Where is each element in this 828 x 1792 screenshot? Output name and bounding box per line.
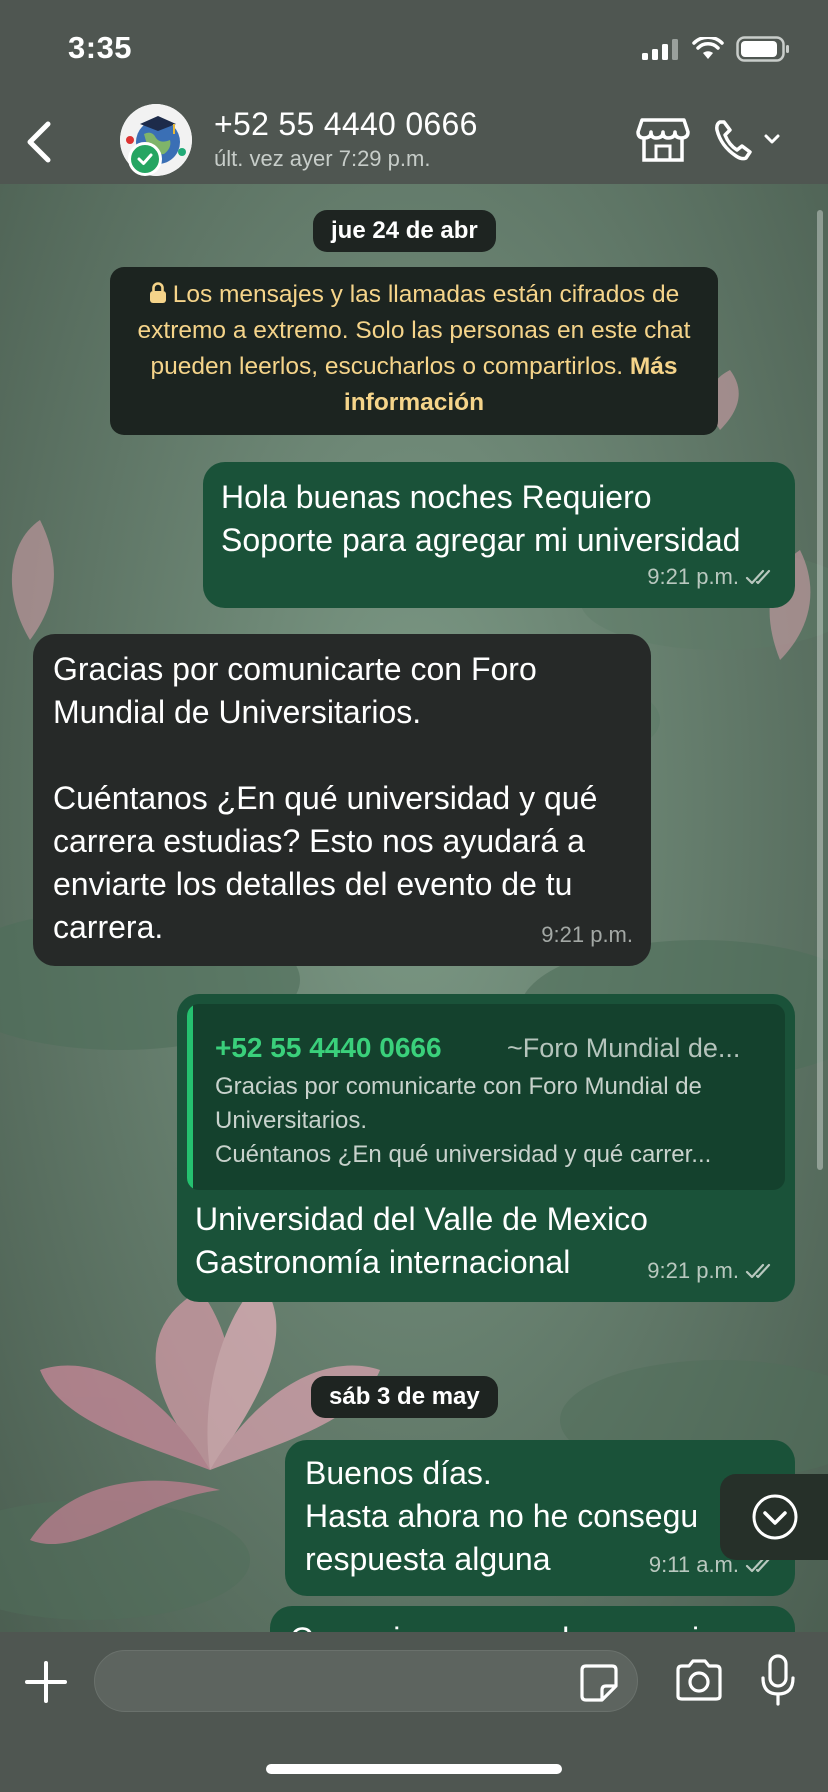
status-time: 3:35	[68, 30, 133, 65]
double-check-icon	[745, 569, 771, 584]
scroll-to-bottom-button[interactable]	[720, 1474, 828, 1560]
sticker-icon[interactable]	[578, 1662, 620, 1704]
camera-icon[interactable]	[674, 1658, 724, 1702]
message-bubble-incoming[interactable]: Gracias por comunicarte con Foro Mundial…	[33, 634, 651, 966]
chat-header: +52 55 4440 0666 últ. vez ayer 7:29 p.m.	[0, 100, 828, 184]
store-icon[interactable]	[636, 116, 690, 164]
signal-icon	[642, 39, 678, 60]
quote-sender: +52 55 4440 0666	[215, 1032, 442, 1063]
notice-text: Los mensajes y las llamadas están cifrad…	[137, 281, 691, 380]
message-line: Universidad del Valle de Mexico	[195, 1201, 648, 1237]
message-time: 9:21 p.m.	[541, 922, 633, 947]
message-line: carrera estudias? Esto nos ayudará a	[53, 823, 585, 859]
lock-icon	[149, 282, 166, 303]
quote-line: Cuéntanos ¿En qué universidad y qué carr…	[215, 1141, 712, 1168]
encryption-notice[interactable]: Los mensajes y las llamadas están cifrad…	[110, 267, 718, 435]
plus-icon[interactable]	[24, 1660, 68, 1704]
date-divider: sáb 3 de may	[311, 1376, 498, 1418]
quoted-message[interactable]: +52 55 4440 0666 ~Foro Mundial de... Gra…	[187, 1004, 785, 1190]
status-bar: 3:35	[0, 0, 828, 100]
microphone-icon[interactable]	[760, 1654, 796, 1706]
wifi-icon	[692, 37, 724, 59]
message-input[interactable]	[94, 1650, 638, 1712]
status-icons	[642, 36, 790, 62]
message-line: Hola buenas noches Requiero	[221, 479, 652, 515]
chevron-down-icon	[764, 134, 780, 144]
message-line: Mundial de Universitarios.	[53, 694, 422, 730]
message-line: Cuéntanos ¿En qué universidad y qué	[53, 780, 598, 816]
message-line: Hasta ahora no he consegu	[305, 1498, 699, 1534]
message-time: 9:21 p.m.	[647, 1258, 739, 1283]
message-line: Gracias por comunicarte con Foro	[53, 651, 537, 687]
composer-bar	[0, 1632, 828, 1792]
home-indicator	[266, 1764, 562, 1774]
last-seen: últ. vez ayer 7:29 p.m.	[214, 146, 431, 171]
contact-name[interactable]: +52 55 4440 0666	[214, 106, 478, 143]
quote-accent-bar	[187, 1004, 193, 1190]
scrollbar[interactable]	[817, 210, 823, 1170]
message-meta: 9:21 p.m.	[647, 1249, 777, 1292]
date-divider: jue 24 de abr	[313, 210, 496, 252]
verified-badge-icon	[128, 142, 162, 176]
quote-line: Universitarios.	[215, 1107, 368, 1134]
message-bubble-outgoing-reply[interactable]: +52 55 4440 0666 ~Foro Mundial de... Gra…	[177, 994, 795, 1302]
scroll-down-icon	[752, 1494, 798, 1540]
battery-icon	[736, 36, 789, 62]
double-check-icon	[745, 1263, 771, 1278]
message-meta: 9:21 p.m.	[647, 555, 777, 598]
quote-line: Gracias por comunicarte con Foro Mundial…	[215, 1073, 702, 1100]
message-bubble-outgoing[interactable]: Hola buenas noches Requiero Soporte para…	[203, 462, 795, 608]
message-line: Buenos días.	[305, 1455, 492, 1491]
message-line: Gastronomía internacional	[195, 1244, 571, 1280]
message-time: 9:21 p.m.	[647, 564, 739, 589]
message-bubble-outgoing[interactable]: Buenos días. Hasta ahora no he consegu r…	[285, 1440, 795, 1596]
message-body: Universidad del Valle de Mexico Gastrono…	[195, 1198, 648, 1284]
message-line: enviarte los detalles del evento de tu	[53, 866, 573, 902]
quote-sender-tag: ~Foro Mundial de...	[507, 1033, 741, 1063]
back-chevron-icon[interactable]	[20, 118, 60, 166]
message-meta: 9:21 p.m.	[541, 913, 633, 956]
quote-text: Gracias por comunicarte con Foro Mundial…	[215, 1070, 775, 1172]
phone-icon[interactable]	[712, 116, 786, 164]
